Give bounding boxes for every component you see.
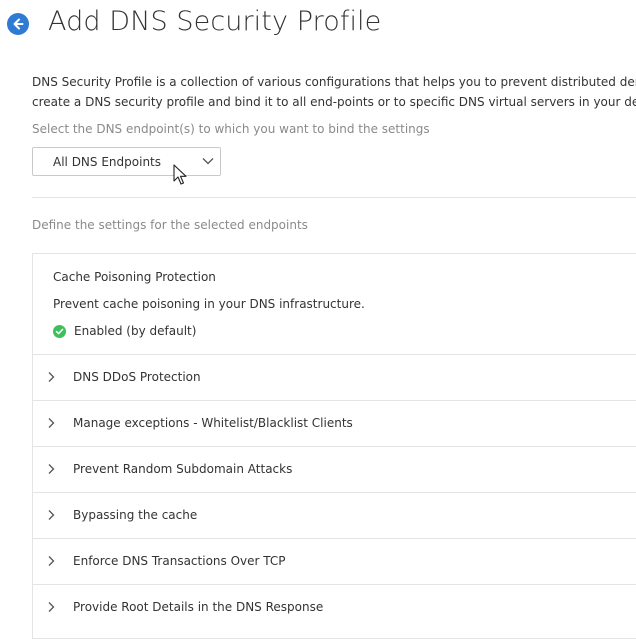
profile-description: DNS Security Profile is a collection of … <box>32 72 636 112</box>
settings-label: Define the settings for the selected end… <box>32 218 308 232</box>
endpoint-select-label: Select the DNS endpoint(s) to which you … <box>32 122 430 136</box>
accordion-enforce-tcp[interactable]: Enforce DNS Transactions Over TCP <box>33 538 636 584</box>
page: Add DNS Security Profile DNS Security Pr… <box>0 0 636 639</box>
arrow-left-icon <box>13 18 24 30</box>
endpoint-dropdown-value: All DNS Endpoints <box>53 155 161 169</box>
accordion-label: Enforce DNS Transactions Over TCP <box>73 554 286 568</box>
chevron-right-icon <box>48 372 55 382</box>
status-text: Enabled (by default) <box>74 324 197 338</box>
section-divider <box>32 197 636 198</box>
chevron-right-icon <box>48 464 55 474</box>
description-line-1: DNS Security Profile is a collection of … <box>32 75 636 89</box>
cache-poisoning-status: Enabled (by default) <box>53 324 196 338</box>
back-button[interactable] <box>7 13 29 35</box>
accordion-random-subdomain-attacks[interactable]: Prevent Random Subdomain Attacks <box>33 446 636 492</box>
cache-poisoning-section: Cache Poisoning Protection Prevent cache… <box>33 254 636 354</box>
chevron-right-icon <box>48 510 55 520</box>
settings-panel: Cache Poisoning Protection Prevent cache… <box>32 253 636 639</box>
accordion-label: Bypassing the cache <box>73 508 198 522</box>
accordion-label: Prevent Random Subdomain Attacks <box>73 462 293 476</box>
accordion-label: DNS DDoS Protection <box>73 370 201 384</box>
mouse-cursor-icon <box>173 164 187 185</box>
chevron-right-icon <box>48 556 55 566</box>
endpoint-dropdown[interactable]: All DNS Endpoints <box>32 147 221 176</box>
accordion-root-details[interactable]: Provide Root Details in the DNS Response <box>33 584 636 630</box>
page-title: Add DNS Security Profile <box>48 6 382 37</box>
accordion-label: Provide Root Details in the DNS Response <box>73 600 324 614</box>
chevron-right-icon <box>48 602 55 612</box>
chevron-right-icon <box>48 418 55 428</box>
accordion-label: Manage exceptions - Whitelist/Blacklist … <box>73 416 353 430</box>
accordion-dns-ddos-protection[interactable]: DNS DDoS Protection <box>33 354 636 400</box>
accordion-manage-exceptions[interactable]: Manage exceptions - Whitelist/Blacklist … <box>33 400 636 446</box>
description-line-2: create a DNS security profile and bind i… <box>32 95 636 109</box>
check-circle-icon <box>53 324 66 338</box>
accordion-bypassing-cache[interactable]: Bypassing the cache <box>33 492 636 538</box>
settings-accordion: DNS DDoS Protection Manage exceptions - … <box>33 354 636 630</box>
chevron-down-icon <box>202 158 214 165</box>
cache-poisoning-description: Prevent cache poisoning in your DNS infr… <box>53 297 365 311</box>
cache-poisoning-title: Cache Poisoning Protection <box>53 270 216 284</box>
